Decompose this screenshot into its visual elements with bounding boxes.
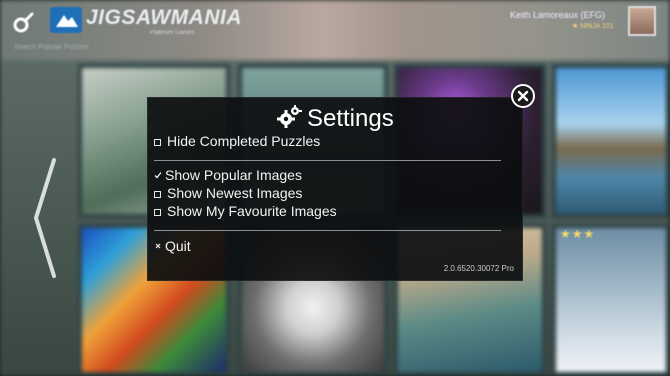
settings-dialog: Settings Hide Completed Puzzles Show Pop… xyxy=(147,97,523,281)
option-label: Show Newest Images xyxy=(167,185,303,201)
avatar[interactable] xyxy=(628,6,656,36)
option-show-favourites[interactable]: Show My Favourite Images xyxy=(154,202,337,220)
settings-logo-icon[interactable] xyxy=(12,10,36,34)
option-label: Show My Favourite Images xyxy=(167,203,337,219)
brand-subtitle: Platinum Games xyxy=(150,30,195,36)
quit-label: Quit xyxy=(165,238,191,254)
user-rank: ★ NINJA 101 xyxy=(572,23,614,30)
option-hide-completed[interactable]: Hide Completed Puzzles xyxy=(154,132,320,150)
chevron-left-icon[interactable] xyxy=(30,158,60,278)
close-button[interactable] xyxy=(511,84,535,108)
gears-icon xyxy=(277,105,303,128)
search-popular-puzzles-link[interactable]: Search Popular Puzzles xyxy=(14,44,89,51)
version-label: 2.0.6520.30072 Pro xyxy=(443,264,514,273)
checkbox-unchecked[interactable] xyxy=(154,208,161,216)
option-show-popular[interactable]: Show Popular Images xyxy=(154,166,302,184)
brand-title: JIGSAWMANIA xyxy=(86,6,243,29)
brand-puzzle-icon xyxy=(50,7,82,33)
user-name[interactable]: Keith Lamoreaux (EFG) xyxy=(510,10,605,20)
quit-x-icon xyxy=(155,243,161,249)
option-label: Hide Completed Puzzles xyxy=(167,133,321,149)
option-label: Show Popular Images xyxy=(165,167,302,183)
checkmark-icon[interactable] xyxy=(154,171,162,179)
close-icon xyxy=(517,90,529,102)
checkbox-unchecked[interactable] xyxy=(154,138,161,146)
checkbox-unchecked[interactable] xyxy=(154,190,161,198)
divider xyxy=(154,160,501,161)
settings-title-text: Settings xyxy=(306,105,394,132)
rating-stars: ★★★ xyxy=(560,227,596,241)
puzzle-tile-mountain-lake[interactable] xyxy=(552,64,670,218)
quit-menu-item[interactable]: Quit xyxy=(154,237,191,255)
option-show-newest[interactable]: Show Newest Images xyxy=(154,184,302,202)
puzzle-tile-ice-castle[interactable] xyxy=(552,224,670,376)
divider xyxy=(154,230,501,231)
settings-title: Settings xyxy=(148,104,522,133)
